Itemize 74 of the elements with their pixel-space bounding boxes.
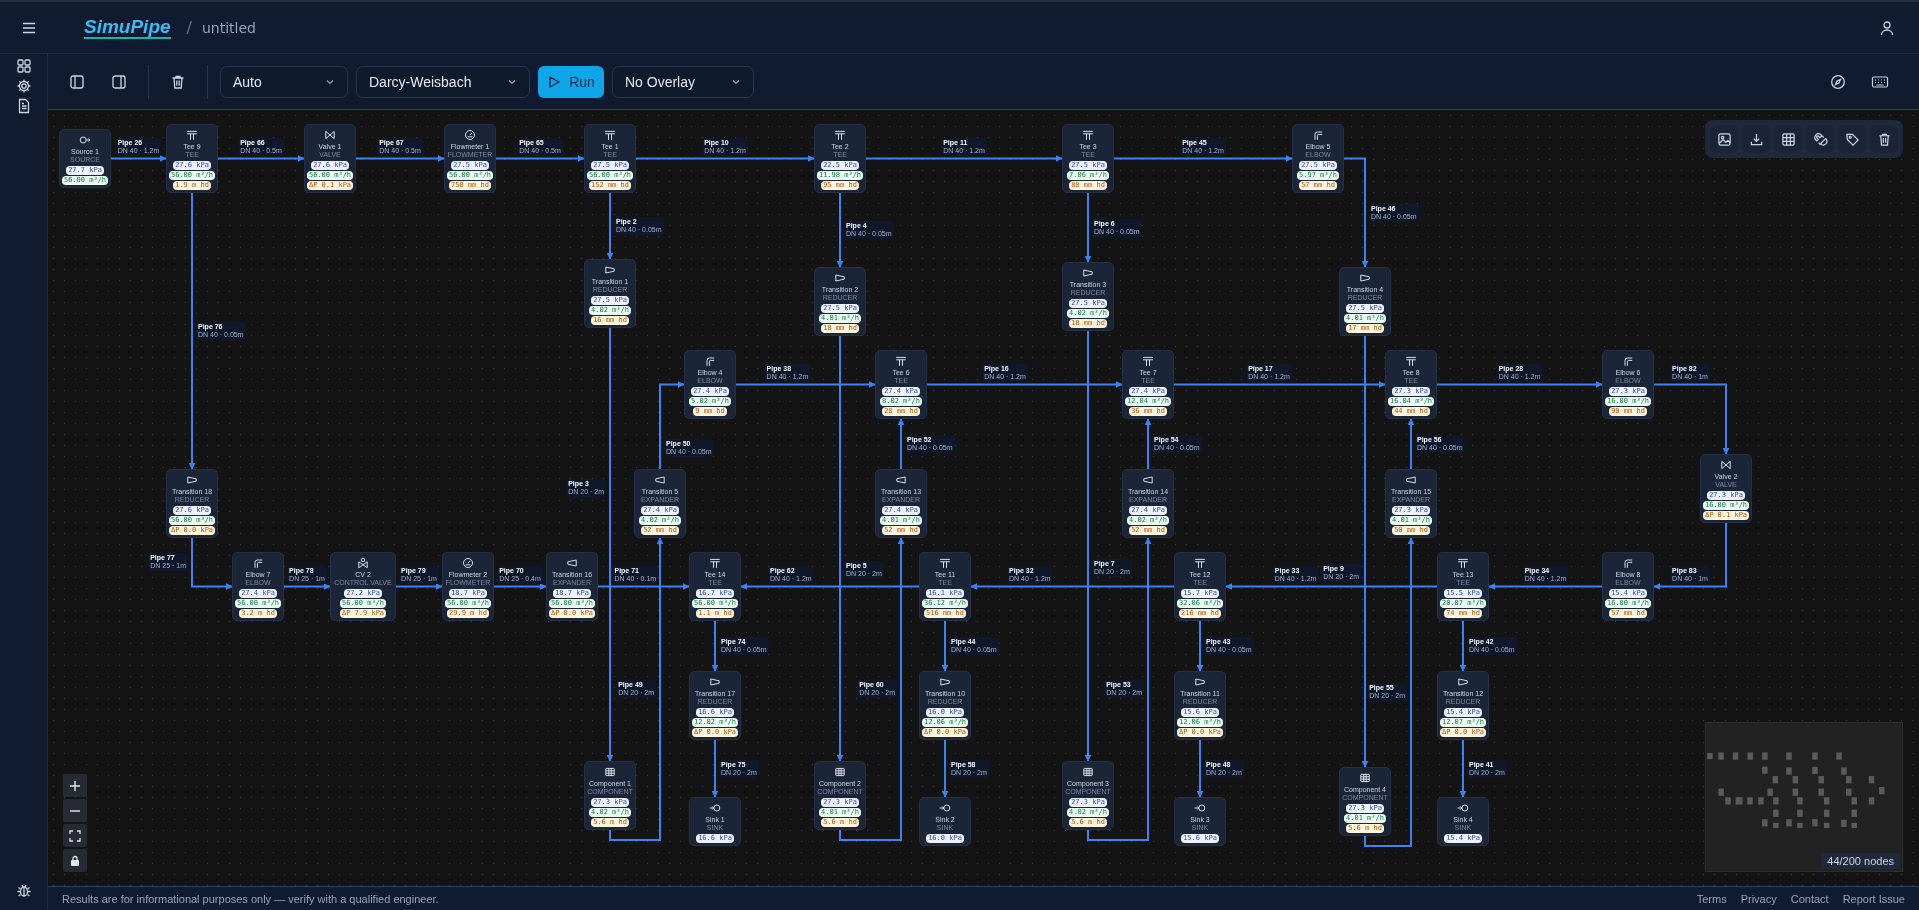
- footer-link[interactable]: Report Issue: [1842, 892, 1905, 905]
- tee-icon: [186, 129, 198, 141]
- footer-link[interactable]: Privacy: [1740, 892, 1777, 905]
- elbow-icon: [1312, 129, 1324, 141]
- tee-icon: [1405, 355, 1417, 367]
- lock-icon[interactable]: [63, 849, 87, 872]
- magnet-icon[interactable]: [1806, 125, 1834, 153]
- expander-icon: [566, 557, 578, 569]
- gauge-icon: [462, 557, 474, 569]
- arrow-circle-icon: [1457, 802, 1469, 814]
- elbow-icon: [704, 355, 716, 367]
- node-count: 44/200 nodes: [1821, 853, 1900, 869]
- solver-dropdown[interactable]: Auto: [220, 65, 348, 98]
- tee-icon: [895, 355, 907, 367]
- elbow-icon: [1622, 355, 1634, 367]
- reducer-icon: [1457, 676, 1469, 688]
- tee-icon: [709, 557, 721, 569]
- delete-icon[interactable]: [1870, 125, 1898, 153]
- dashboard-icon[interactable]: [15, 58, 32, 74]
- image-icon[interactable]: [1710, 125, 1738, 153]
- arrow-circle-icon: [709, 802, 721, 814]
- reducer-icon: [604, 264, 616, 276]
- elbow-icon: [1622, 557, 1634, 569]
- reducer-icon: [834, 272, 846, 284]
- valve-icon: [324, 129, 336, 141]
- run-button[interactable]: Run: [538, 65, 604, 98]
- gauge-icon: [464, 129, 476, 141]
- reducer-icon: [709, 676, 721, 688]
- grid-icon: [1359, 772, 1371, 784]
- valve-icon: [1720, 459, 1732, 471]
- tee-icon: [1457, 557, 1469, 569]
- control-valve-icon: [357, 557, 369, 569]
- settings-icon[interactable]: [15, 78, 32, 94]
- reducer-icon: [1359, 272, 1371, 284]
- arrow-circle-icon: [939, 802, 951, 814]
- user-icon[interactable]: [1879, 19, 1895, 36]
- elbow-icon: [252, 557, 264, 569]
- zoom-in-icon[interactable]: [63, 774, 87, 797]
- document-title[interactable]: untitled: [201, 19, 256, 36]
- grid-icon: [1082, 766, 1094, 778]
- overlay-dropdown[interactable]: No Overlay: [612, 65, 754, 98]
- tee-icon: [1082, 129, 1094, 141]
- expander-icon: [895, 474, 907, 486]
- logo[interactable]: SimuPipe: [84, 16, 171, 39]
- expander-icon: [1142, 474, 1154, 486]
- arrow-circle-icon: [1194, 802, 1206, 814]
- tee-icon: [834, 129, 846, 141]
- fit-view-icon[interactable]: [63, 824, 87, 847]
- zoom-out-icon[interactable]: [63, 799, 87, 822]
- reducer-icon: [1082, 267, 1094, 279]
- grid-icon[interactable]: [1774, 125, 1802, 153]
- reducer-icon: [939, 676, 951, 688]
- minimap[interactable]: 44/200 nodes: [1705, 722, 1903, 872]
- pipe-line[interactable]: [659, 381, 685, 470]
- reducer-icon: [186, 474, 198, 486]
- bug-icon[interactable]: [15, 882, 32, 898]
- breadcrumb-separator: /: [186, 18, 192, 37]
- disclaimer-text: Results are for informational purposes only — verify with a qualified engineer.: [62, 892, 439, 905]
- grid-icon: [834, 766, 846, 778]
- expander-icon: [654, 474, 666, 486]
- circle-arrow-icon: [79, 134, 91, 146]
- grid-icon: [604, 766, 616, 778]
- tee-icon: [1194, 557, 1206, 569]
- play-icon: [547, 74, 562, 89]
- tee-icon: [939, 557, 951, 569]
- reducer-icon: [1194, 676, 1206, 688]
- footer-link[interactable]: Terms: [1696, 892, 1727, 905]
- tee-icon: [604, 129, 616, 141]
- tag-icon[interactable]: [1838, 125, 1866, 153]
- footer-link[interactable]: Contact: [1790, 892, 1829, 905]
- tee-icon: [1142, 355, 1154, 367]
- download-icon[interactable]: [1742, 125, 1770, 153]
- friction-model-dropdown[interactable]: Darcy-Weisbach: [356, 65, 530, 98]
- expander-icon: [1405, 474, 1417, 486]
